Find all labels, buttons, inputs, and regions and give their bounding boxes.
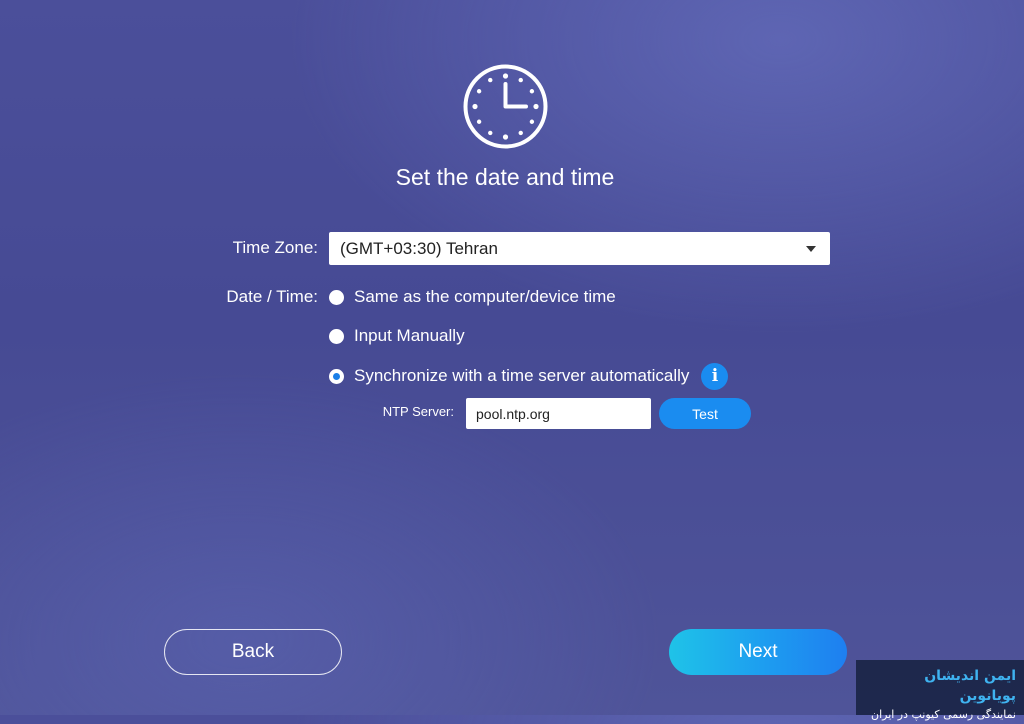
radio-same-as-device[interactable]	[329, 289, 344, 305]
page-title: Set the date and time	[395, 164, 615, 190]
timezone-select[interactable]: (GMT+03:30) Tehran	[329, 232, 830, 265]
option-input-manually[interactable]: Input Manually	[329, 325, 465, 347]
option-same-as-device[interactable]: Same as the computer/device time	[329, 286, 616, 308]
watermark-logo: ایمن اندیشان پویانوین نمایندگی رسمی کیون…	[856, 660, 1024, 721]
option-label: Same as the computer/device time	[354, 287, 616, 306]
timezone-selected-value: (GMT+03:30) Tehran	[340, 239, 498, 258]
ntp-server-label: NTP Server:	[382, 404, 454, 419]
caret-down-icon	[806, 246, 816, 252]
datetime-label: Date / Time:	[226, 287, 318, 306]
watermark-subtitle: نمایندگی رسمی کیونپ در ایران	[870, 708, 1016, 721]
back-button[interactable]: Back	[164, 629, 342, 675]
option-sync-time-server[interactable]: Synchronize with a time server automatic…	[329, 362, 729, 390]
test-button[interactable]: Test	[659, 398, 751, 429]
info-icon[interactable]: i	[701, 362, 729, 390]
ntp-server-input[interactable]	[466, 398, 651, 429]
watermark-title: ایمن اندیشان پویانوین	[924, 668, 1016, 704]
option-label: Synchronize with a time server automatic…	[354, 366, 690, 385]
next-button[interactable]: Next	[669, 629, 847, 675]
radio-input-manually[interactable]	[329, 328, 344, 344]
option-label: Input Manually	[354, 326, 465, 345]
timezone-label: Time Zone:	[232, 238, 318, 257]
radio-sync-time-server[interactable]	[329, 368, 344, 384]
clock-icon	[463, 64, 548, 149]
